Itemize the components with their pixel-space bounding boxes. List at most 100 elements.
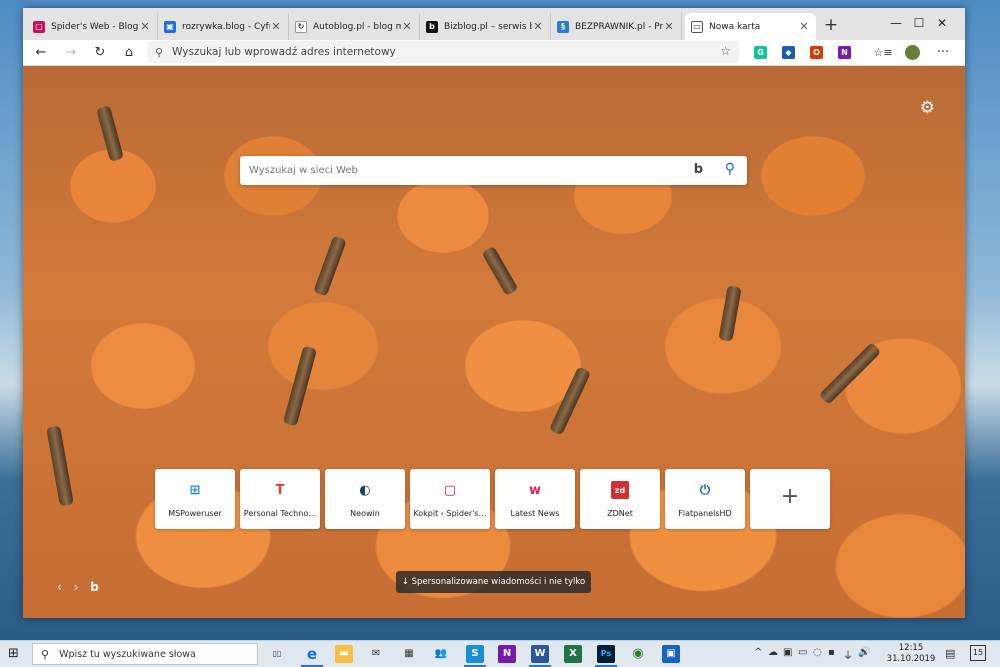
previous-image-icon[interactable]: ‹ <box>57 580 62 594</box>
close-tab-icon[interactable]: ✕ <box>270 20 282 33</box>
home-icon[interactable]: ⌂ <box>119 43 139 63</box>
quick-link-tile[interactable]: ◐ Neowin <box>325 469 405 529</box>
show-hidden-icons-icon[interactable]: ^ <box>754 647 762 658</box>
network-icon[interactable]: ⏚ <box>843 647 853 662</box>
quick-link-tile[interactable]: ▢ Kokpit ‹ Spider's… <box>410 469 490 529</box>
calendar-icon[interactable]: ▦ <box>400 645 418 663</box>
background-image-detail <box>818 342 882 405</box>
tile-label: Kokpit ‹ Spider's… <box>413 509 487 518</box>
skype-icon[interactable]: S <box>464 645 486 667</box>
edge-icon[interactable]: e <box>301 645 323 667</box>
grammarly-icon[interactable]: G <box>754 46 767 59</box>
browser-window: ▢ Spider's Web - Blog Blisk ✕ ▣ rozrywka… <box>23 8 965 618</box>
word-icon[interactable]: W <box>529 645 551 667</box>
excel-icon[interactable]: X <box>564 645 582 663</box>
tab-rozrywka[interactable]: ▣ rozrywka.blog - Cyfrowy ✕ <box>158 13 289 40</box>
office-icon[interactable]: O <box>810 46 823 59</box>
back-icon[interactable]: ← <box>31 43 51 63</box>
tab-autoblog[interactable]: ↻ Autoblog.pl - blog motor ✕ <box>289 13 420 40</box>
zdnet-icon: zd <box>611 481 629 499</box>
web-search-input[interactable] <box>249 165 669 176</box>
new-tab-page: ⚙ b ⚲ ⊞ MSPoweruser T Personal Techno… ◐… <box>23 66 965 618</box>
page-settings-icon[interactable]: ⚙ <box>920 98 935 118</box>
onenote-icon[interactable]: N <box>838 46 851 59</box>
photoshop-icon[interactable]: Ps <box>595 645 617 667</box>
add-quick-link-button[interactable]: + <box>750 469 830 529</box>
taskbar-search-placeholder: Wpisz tu wyszukiwane słowa <box>59 648 196 660</box>
store-icon[interactable]: ▣ <box>662 645 680 663</box>
file-explorer-icon[interactable]: ▬ <box>335 645 353 663</box>
new-tab-button[interactable]: + <box>821 16 841 36</box>
settings-menu-icon[interactable]: ··· <box>933 43 953 63</box>
rozrywka-icon: ▣ <box>164 20 176 33</box>
neowin-icon: ◐ <box>359 482 371 498</box>
tab-spidersweb[interactable]: ▢ Spider's Web - Blog Blisk ✕ <box>27 13 158 40</box>
focus-assist-icon[interactable]: ▤ <box>945 647 955 660</box>
task-view-icon[interactable]: ▯▯ <box>268 645 286 663</box>
quick-link-tile[interactable]: zd ZDNet <box>580 469 660 529</box>
tile-label: Personal Techno… <box>243 509 317 518</box>
tab-title: rozrywka.blog - Cyfrowy <box>182 21 270 32</box>
windows-icon: ⊞ <box>189 482 201 498</box>
tab-title: Nowa karta <box>709 21 761 32</box>
newtab-icon: ▭ <box>691 20 703 33</box>
tab-bizblog[interactable]: b Bizblog.pl – serwis bizne ✕ <box>420 13 551 40</box>
favorite-star-icon[interactable]: ☆ <box>720 44 731 58</box>
tile-label: Neowin <box>350 509 380 518</box>
tile-label: Latest News <box>510 509 560 518</box>
refresh-icon[interactable]: ↻ <box>90 43 110 63</box>
tab-new-tab[interactable]: ▭ Nowa karta ✕ <box>685 13 816 40</box>
background-carousel: ‹ › b <box>57 580 107 594</box>
address-bar[interactable]: ⚲ Wyszukaj lub wprowadź adres internetow… <box>147 41 739 63</box>
clock-time: 12:15 <box>898 643 924 653</box>
personalized-news-button[interactable]: ↓ Spersonalizowane wiadomości i nie tylk… <box>396 571 591 593</box>
background-image-detail <box>718 285 742 342</box>
mail-icon[interactable]: ✉ <box>367 645 385 663</box>
navigation-toolbar: ← → ↻ ⌂ ⚲ Wyszukaj lub wprowadź adres in… <box>23 40 965 66</box>
close-tab-icon[interactable]: ✕ <box>663 20 675 33</box>
next-image-icon[interactable]: › <box>74 580 79 594</box>
tab-strip: ▢ Spider's Web - Blog Blisk ✕ ▣ rozrywka… <box>23 8 965 40</box>
tray-app-icon[interactable]: ◌ <box>813 647 822 658</box>
clock-date: 31.10.2019 <box>886 654 936 664</box>
forward-icon[interactable]: → <box>61 43 81 63</box>
autoblog-icon: ↻ <box>295 20 307 33</box>
quick-link-tile[interactable]: ⏻ FlatpanelsHD <box>665 469 745 529</box>
taskbar-search-box[interactable]: ⚲ Wpisz tu wyszukiwane słowa <box>32 643 258 665</box>
close-window-button[interactable]: ✕ <box>919 12 965 34</box>
volume-icon[interactable]: 🔊 <box>858 647 870 658</box>
quick-link-tile[interactable]: ⊞ MSPoweruser <box>155 469 235 529</box>
bizblog-icon: b <box>426 20 438 33</box>
tab-title: Autoblog.pl - blog motor <box>313 21 401 32</box>
tray-app-icon[interactable]: ▭ <box>798 647 807 658</box>
tile-label: MSPoweruser <box>168 509 222 518</box>
close-tab-icon[interactable]: ✕ <box>401 20 413 33</box>
background-image-detail <box>96 105 124 162</box>
tray-app-icon[interactable]: ▣ <box>783 647 792 658</box>
tile-label: FlatpanelsHD <box>678 509 732 518</box>
search-icon[interactable]: ⚲ <box>725 161 735 177</box>
people-icon[interactable]: 👥 <box>432 645 450 663</box>
web-search-box[interactable]: b ⚲ <box>240 156 747 185</box>
background-image-detail <box>481 245 519 297</box>
spidersweb-icon: ▢ <box>443 482 457 498</box>
close-tab-icon[interactable]: ✕ <box>532 20 544 33</box>
favorites-hub-icon[interactable]: ☆≡ <box>873 43 893 63</box>
close-tab-icon[interactable]: ✕ <box>798 20 810 33</box>
battery-icon[interactable]: ▪ <box>828 647 835 658</box>
onenote-icon[interactable]: N <box>498 645 516 663</box>
avatar[interactable] <box>903 43 923 63</box>
search-icon: ⚲ <box>41 647 50 661</box>
close-tab-icon[interactable]: ✕ <box>139 20 151 33</box>
notifications-icon[interactable]: 15 <box>970 645 986 661</box>
bing-icon[interactable]: b <box>90 580 99 594</box>
clock[interactable]: 12:15 31.10.2019 <box>886 643 936 665</box>
bezprawnik-icon: § <box>557 20 569 33</box>
shopping-icon[interactable]: ◆ <box>782 46 795 59</box>
tab-bezprawnik[interactable]: § BEZPRAWNIK.pl - Prawo ✕ <box>551 13 682 40</box>
chrome-icon[interactable]: ◉ <box>629 645 647 663</box>
quick-link-tile[interactable]: w Latest News <box>495 469 575 529</box>
cloud-icon[interactable]: ☁ <box>768 647 778 658</box>
start-button[interactable]: ⊞ <box>8 646 24 662</box>
quick-link-tile[interactable]: T Personal Techno… <box>240 469 320 529</box>
